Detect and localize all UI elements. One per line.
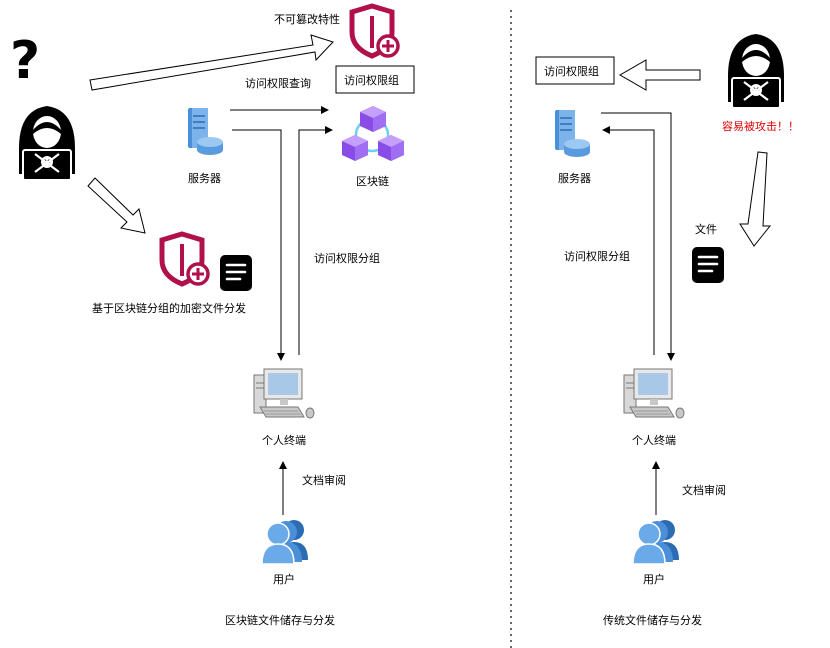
users-icon (261, 519, 309, 565)
desktop-computer-icon (253, 368, 315, 419)
right-hacker-icon (726, 32, 786, 110)
right-file-attack-arrow (739, 151, 772, 247)
right-attack-arrow (618, 59, 701, 91)
right-terminal-to-server-edge (602, 126, 655, 355)
terminal-label: 个人终端 (262, 433, 306, 447)
question-mark-icon: ? (10, 31, 40, 91)
right-caption: 传统文件储存与分发 (603, 613, 702, 627)
server-icon (187, 107, 224, 156)
hacker-icon (17, 104, 77, 182)
right-user-label: 用户 (643, 572, 665, 586)
diagram-canvas: ? 不可篡改特性 访问权限查询 访问权限组 服务器 区块链 访问权限分组 基于区… (10, 0, 799, 648)
access-group-edge-label: 访问权限分组 (314, 251, 380, 265)
right-access-group-edge-label: 访问权限分组 (564, 249, 630, 263)
blockchain-label: 区块链 (356, 174, 389, 188)
shield-plus-icon (352, 6, 398, 56)
right-server-label: 服务器 (558, 172, 591, 185)
right-users-icon (632, 519, 680, 565)
doc-review-label: 文档审阅 (302, 473, 346, 487)
encrypted-shield-icon (162, 234, 208, 284)
attack-label: 容易被攻击！！ (722, 119, 799, 133)
terminal-to-blockchain-edge (298, 126, 333, 355)
right-server-icon (554, 109, 591, 158)
right-document-icon (690, 245, 726, 285)
right-doc-review-label: 文档审阅 (682, 483, 726, 497)
tamper-proof-label: 不可篡改特性 (274, 12, 340, 26)
server-to-terminal-edge (232, 129, 285, 361)
blockchain-cubes-icon (342, 106, 404, 161)
left-caption: 区块链文件储存与分发 (225, 613, 335, 627)
right-access-group-box-label: 访问权限组 (544, 64, 599, 78)
attack-encrypted-arrow (87, 177, 146, 234)
access-group-box-label: 访问权限组 (344, 73, 399, 87)
server-label: 服务器 (188, 172, 221, 185)
document-icon (218, 253, 254, 293)
user-label: 用户 (273, 572, 295, 586)
right-server-to-terminal-edge (601, 112, 675, 361)
access-query-label: 访问权限查询 (245, 76, 311, 90)
encrypted-dist-label: 基于区块链分组的加密文件分发 (92, 301, 246, 315)
right-desktop-computer-icon (623, 368, 685, 419)
svg-text:?: ? (10, 31, 40, 91)
file-label: 文件 (695, 222, 717, 236)
right-terminal-label: 个人终端 (632, 433, 676, 447)
